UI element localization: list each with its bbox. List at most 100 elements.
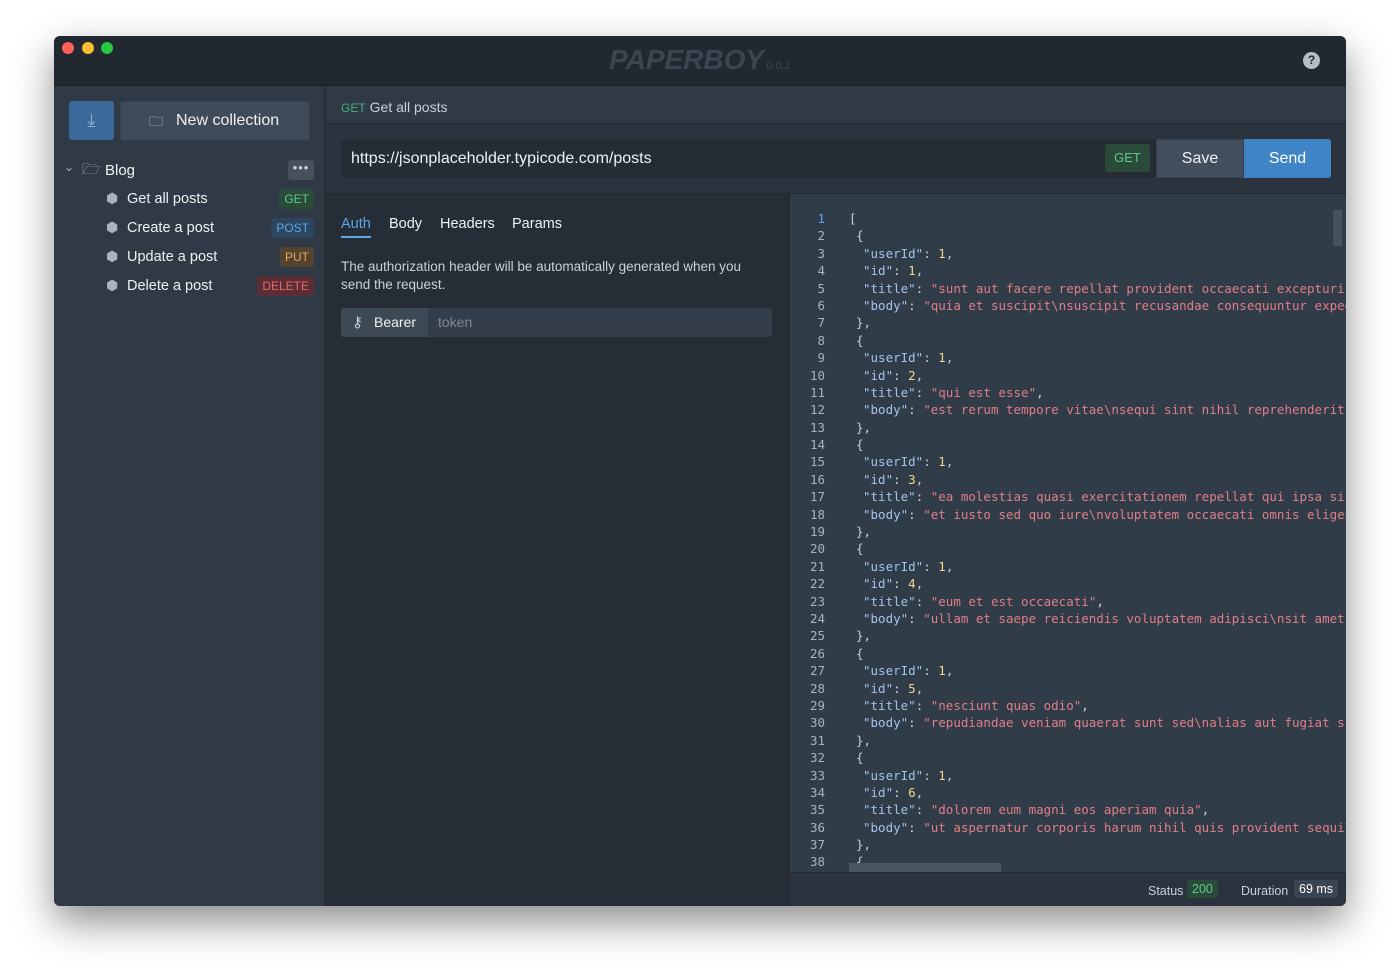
line-text: "body": "est rerum tempore vitae\nsequi … — [863, 402, 1345, 418]
code-line: 33 "userId": 1, — [790, 767, 1346, 784]
line-text: "id": 5, — [863, 680, 924, 696]
line-text: "body": "repudiandae veniam quaerat sunt… — [863, 715, 1346, 731]
code-line: 4 "id": 1, — [790, 262, 1346, 279]
status-label: Status — [1148, 884, 1184, 898]
method-badge: POST — [271, 218, 314, 238]
line-text: "id": 1, — [863, 263, 924, 279]
cube-icon: ⬢ — [106, 219, 119, 235]
line-number: 34 — [809, 784, 825, 800]
send-button[interactable]: Send — [1244, 139, 1331, 178]
line-text: }, — [856, 419, 872, 435]
line-number: 11 — [809, 384, 825, 400]
line-text: { — [856, 437, 864, 453]
request-item-label: Delete a post — [127, 278, 213, 294]
more-options-button[interactable]: ••• — [288, 160, 314, 180]
line-text: "body": "ut aspernatur corporis harum ni… — [863, 819, 1346, 835]
line-number: 16 — [809, 471, 825, 487]
tab-headers[interactable]: Headers — [440, 216, 495, 232]
line-number: 38 — [809, 854, 825, 870]
line-number: 28 — [809, 680, 825, 696]
response-viewer: 1[2{3 "userId": 1, 4 "id": 1, 5 "title": "sun… — [789, 194, 1346, 872]
request-item[interactable]: ⬢ Get all posts GET — [104, 189, 314, 209]
code-line: 26 { — [790, 645, 1346, 662]
code-line: 22 "id": 4, — [790, 575, 1346, 592]
app-window: PAPERBOY 0.0.1 ? ⤓ 🗀 New collection ⌄ 🗁 Bl… — [54, 36, 1346, 906]
import-button[interactable]: ⤓ — [69, 101, 114, 140]
app-name: PAPERBOY — [609, 44, 765, 75]
new-collection-button[interactable]: 🗀 New collection — [120, 101, 310, 141]
bearer-token-field: ⚷ Bearer token — [341, 308, 772, 337]
request-method: GET — [341, 101, 366, 115]
code-line: 21 "userId": 1, — [790, 558, 1346, 575]
code-line: 7}, — [790, 314, 1346, 331]
line-number: 23 — [809, 593, 825, 609]
request-name: Get all posts — [369, 99, 448, 115]
code-line: 3 "userId": 1, — [790, 245, 1346, 262]
line-number: 31 — [809, 732, 825, 748]
new-collection-label: New collection — [176, 112, 280, 129]
tab-body[interactable]: Body — [389, 216, 422, 232]
response-body[interactable]: 1[2{3 "userId": 1, 4 "id": 1, 5 "title": "sun… — [790, 210, 1346, 871]
vertical-scrollbar[interactable] — [1333, 210, 1342, 246]
tab-params[interactable]: Params — [512, 216, 562, 232]
line-number: 12 — [809, 402, 825, 418]
line-text: "userId": 1, — [863, 558, 954, 574]
line-number: 27 — [809, 663, 825, 679]
code-line: 15 "userId": 1, — [790, 453, 1346, 470]
code-line: 18 "body": "et iusto sed quo iure\nvolupt… — [790, 506, 1346, 523]
zoom-window-button[interactable] — [101, 42, 113, 54]
line-number: 18 — [809, 506, 825, 522]
line-text: "title": "nesciunt quas odio", — [863, 697, 1089, 713]
line-text: { — [856, 541, 864, 557]
line-text: "userId": 1, — [863, 245, 954, 261]
chevron-down-icon[interactable]: ⌄ — [64, 160, 74, 174]
code-line: 25}, — [790, 627, 1346, 644]
code-line: 16 "id": 3, — [790, 471, 1346, 488]
code-line: 1[ — [790, 210, 1346, 227]
method-badge: DELETE — [257, 276, 314, 296]
line-text: "userId": 1, — [863, 350, 954, 366]
line-number: 36 — [809, 819, 825, 835]
download-icon: ⤓ — [87, 110, 96, 130]
code-line: 23 "title": "eum et est occaecati", — [790, 593, 1346, 610]
line-number: 32 — [809, 750, 825, 766]
method-select[interactable]: GET — [1105, 144, 1150, 172]
request-item[interactable]: ⬢ Delete a post DELETE — [104, 276, 314, 296]
code-line: 32 { — [790, 749, 1346, 766]
auth-type-select[interactable]: ⚷ Bearer — [341, 308, 428, 337]
cube-icon: ⬢ — [106, 277, 119, 293]
collection-blog[interactable]: ⌄ 🗁 Blog ••• — [62, 160, 314, 180]
auth-type-label: Bearer — [374, 314, 417, 330]
request-item[interactable]: ⬢ Create a post POST — [104, 218, 314, 238]
code-line: 17 "title": "ea molestias quasi exercitat… — [790, 488, 1346, 505]
key-icon: ⚷ — [352, 314, 363, 331]
token-input[interactable]: token — [438, 308, 472, 337]
help-icon[interactable]: ? — [1303, 52, 1320, 69]
line-text: { — [856, 228, 864, 244]
code-line: 37}, — [790, 836, 1346, 853]
status-badge: 200 — [1187, 880, 1218, 898]
request-item[interactable]: ⬢ Update a post PUT — [104, 247, 314, 267]
tab-auth[interactable]: Auth — [341, 216, 371, 238]
line-number: 21 — [809, 558, 825, 574]
new-folder-icon: 🗀 — [149, 113, 163, 129]
code-line: 27 "userId": 1, — [790, 662, 1346, 679]
request-item-label: Get all posts — [127, 191, 208, 207]
close-window-button[interactable] — [62, 42, 74, 54]
line-text: "body": "et iusto sed quo iure\nvoluptat… — [863, 506, 1346, 522]
code-line: 8{ — [790, 332, 1346, 349]
code-line: 11 "title": "qui est esse", — [790, 384, 1346, 401]
line-text: }, — [856, 732, 872, 748]
line-number: 20 — [809, 541, 825, 557]
response-status-bar: Status 200 Duration 69 ms — [789, 872, 1346, 906]
line-text: }, — [856, 628, 872, 644]
horizontal-scrollbar[interactable] — [849, 863, 1001, 872]
url-input[interactable]: https://jsonplaceholder.typicode.com/pos… — [341, 139, 1156, 178]
url-bar: https://jsonplaceholder.typicode.com/pos… — [326, 124, 1346, 194]
save-button[interactable]: Save — [1156, 139, 1244, 178]
duration-label: Duration — [1241, 884, 1289, 898]
minimize-window-button[interactable] — [82, 42, 94, 54]
code-line: 35 "title": "dolorem eum magni eos aperia… — [790, 801, 1346, 818]
main-panel: GET Get all posts https://jsonplaceholder… — [326, 86, 1346, 906]
folder-icon: 🗁 — [82, 161, 101, 178]
